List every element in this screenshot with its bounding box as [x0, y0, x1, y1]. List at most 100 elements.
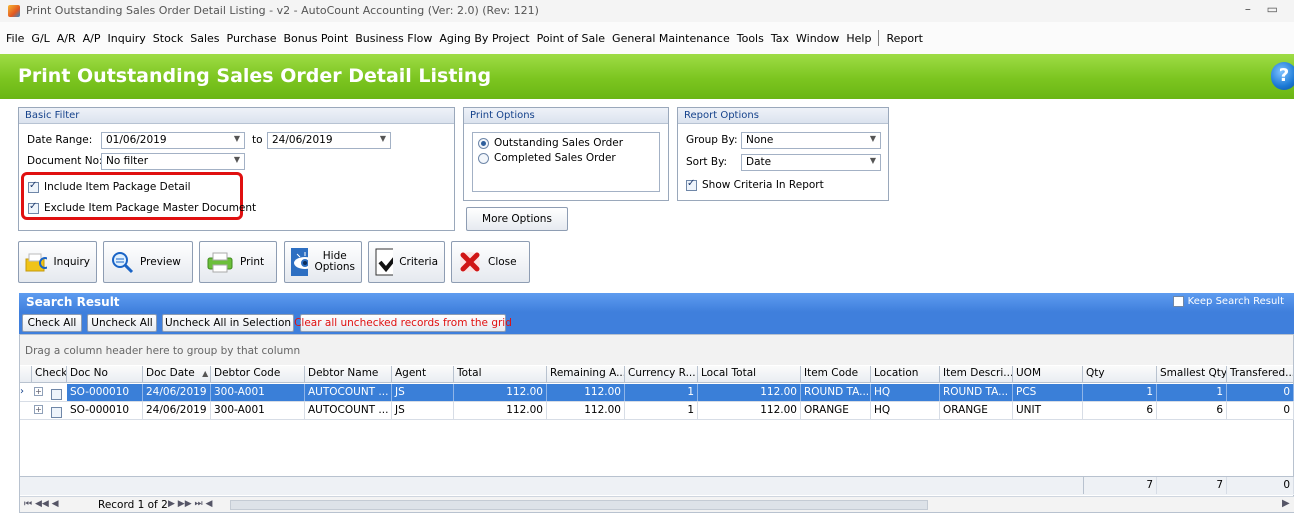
cell-smallest-qty[interactable]: 1	[1157, 384, 1227, 401]
scroll-right-icon[interactable]: ▶	[1282, 498, 1290, 509]
cell-transferred[interactable]: 0	[1227, 384, 1294, 401]
menu-inquiry[interactable]: Inquiry	[108, 32, 146, 45]
cell-transferred[interactable]: 0	[1227, 402, 1294, 419]
clear-unchecked-button[interactable]: Clear all unchecked records from the gri…	[294, 314, 512, 332]
uncheck-selection-button[interactable]: Uncheck All in Selection	[162, 314, 294, 332]
cell-smallest-qty[interactable]: 6	[1157, 402, 1227, 419]
column-header-item-description[interactable]: Item Descri...	[940, 366, 1013, 383]
column-header-transferred[interactable]: Transfered...	[1227, 366, 1294, 383]
menu-tax[interactable]: Tax	[771, 32, 789, 45]
keep-search-checkbox[interactable]	[1172, 296, 1184, 307]
menu-report[interactable]: Report	[886, 32, 922, 45]
cell-doc-date[interactable]: 24/06/2019	[143, 384, 211, 401]
menu-aging-by-project[interactable]: Aging By Project	[439, 32, 529, 45]
cell-local-total[interactable]: 112.00	[698, 402, 801, 419]
column-header-uom[interactable]: UOM	[1013, 366, 1083, 383]
uncheck-all-button[interactable]: Uncheck All	[87, 314, 157, 332]
cell-total[interactable]: 112.00	[454, 402, 547, 419]
menu-sales[interactable]: Sales	[190, 32, 219, 45]
column-header-doc-no[interactable]: Doc No	[67, 366, 143, 383]
cell-debtor-code[interactable]: 300-A001	[211, 402, 305, 419]
menu-bonus-point[interactable]: Bonus Point	[283, 32, 348, 45]
menu-point-of-sale[interactable]: Point of Sale	[537, 32, 605, 45]
menu-purchase[interactable]: Purchase	[227, 32, 277, 45]
column-header-debtor-code[interactable]: Debtor Code	[211, 366, 305, 383]
menu-ap[interactable]: A/P	[83, 32, 101, 45]
cell-currency-rate[interactable]: 1	[625, 384, 698, 401]
cell-doc-no[interactable]: SO-000010	[67, 384, 143, 401]
menu-gl[interactable]: G/L	[31, 32, 49, 45]
nav-first-prev-icon[interactable]: ⏮ ◀◀ ◀	[24, 499, 59, 509]
include-package-checkbox[interactable]	[28, 180, 39, 193]
cell-agent[interactable]: JS	[392, 384, 454, 401]
close-button[interactable]: Close	[451, 241, 530, 283]
show-criteria-checkbox[interactable]	[686, 178, 697, 191]
menu-help[interactable]: Help	[846, 32, 871, 45]
column-header-qty[interactable]: Qty	[1083, 366, 1157, 383]
include-package-row[interactable]: Include Item Package Detail	[28, 180, 191, 193]
menu-file[interactable]: File	[6, 32, 24, 45]
group-by-combo[interactable]: None ▼	[741, 132, 881, 149]
cell-doc-no[interactable]: SO-000010	[67, 402, 143, 419]
cell-debtor-name[interactable]: AUTOCOUNT ...	[305, 402, 392, 419]
column-header-currency-rate[interactable]: Currency R...	[625, 366, 698, 383]
cell-agent[interactable]: JS	[392, 402, 454, 419]
column-header-check[interactable]: Check	[32, 366, 67, 383]
column-header-doc-date[interactable]: Doc Date ▲	[143, 366, 211, 383]
inquiry-button[interactable]: Inquiry	[18, 241, 97, 283]
column-header-item-code[interactable]: Item Code	[801, 366, 871, 383]
cell-qty[interactable]: 6	[1083, 402, 1157, 419]
nav-next-last-icon[interactable]: ▶ ▶▶ ⏭ ◀	[168, 499, 212, 509]
cell-debtor-name[interactable]: AUTOCOUNT ...	[305, 384, 392, 401]
exclude-package-row[interactable]: Exclude Item Package Master Document	[28, 201, 256, 214]
expand-icon[interactable]: +	[34, 387, 43, 396]
menu-stock[interactable]: Stock	[153, 32, 183, 45]
hide-options-button[interactable]: Hide Options	[284, 241, 362, 283]
row-check-checkbox[interactable]	[51, 406, 62, 418]
check-all-button[interactable]: Check All	[22, 314, 82, 332]
cell-item-code[interactable]: ROUND TA...	[801, 384, 871, 401]
cell-remaining[interactable]: 112.00	[547, 402, 625, 419]
print-button[interactable]: Print	[199, 241, 277, 283]
outstanding-option[interactable]: Outstanding Sales Order	[478, 137, 623, 149]
cell-local-total[interactable]: 112.00	[698, 384, 801, 401]
cell-location[interactable]: HQ	[871, 402, 940, 419]
menu-general-maintenance[interactable]: General Maintenance	[612, 32, 730, 45]
cell-doc-date[interactable]: 24/06/2019	[143, 402, 211, 419]
cell-currency-rate[interactable]: 1	[625, 402, 698, 419]
criteria-button[interactable]: Criteria	[368, 241, 445, 283]
column-header-debtor-name[interactable]: Debtor Name	[305, 366, 392, 383]
cell-debtor-code[interactable]: 300-A001	[211, 384, 305, 401]
date-to-picker[interactable]: 24/06/2019 ▼	[267, 132, 391, 149]
outstanding-radio[interactable]	[478, 137, 489, 149]
document-no-combo[interactable]: No filter ▼	[101, 153, 245, 170]
sort-by-combo[interactable]: Date ▼	[741, 154, 881, 171]
cell-item-description[interactable]: ORANGE	[940, 402, 1013, 419]
cell-total[interactable]: 112.00	[454, 384, 547, 401]
horizontal-scrollbar-thumb[interactable]	[230, 500, 928, 510]
cell-item-code[interactable]: ORANGE	[801, 402, 871, 419]
cell-uom[interactable]: UNIT	[1013, 402, 1083, 419]
cell-location[interactable]: HQ	[871, 384, 940, 401]
completed-option[interactable]: Completed Sales Order	[478, 152, 616, 164]
help-icon[interactable]: ?	[1271, 62, 1294, 90]
completed-radio[interactable]	[478, 152, 489, 164]
column-header-total[interactable]: Total	[454, 366, 547, 383]
menu-ar[interactable]: A/R	[57, 32, 76, 45]
cell-uom[interactable]: PCS	[1013, 384, 1083, 401]
column-header-smallest-qty[interactable]: Smallest Qty	[1157, 366, 1227, 383]
show-criteria-row[interactable]: Show Criteria In Report	[686, 178, 824, 191]
column-header-local-total[interactable]: Local Total	[698, 366, 801, 383]
row-check-checkbox[interactable]	[51, 388, 62, 400]
preview-button[interactable]: Preview	[103, 241, 193, 283]
column-header-location[interactable]: Location	[871, 366, 940, 383]
menu-window[interactable]: Window	[796, 32, 839, 45]
window-controls[interactable]: – ▭	[1245, 2, 1284, 16]
column-header-remaining[interactable]: Remaining A...	[547, 366, 625, 383]
cell-remaining[interactable]: 112.00	[547, 384, 625, 401]
exclude-package-checkbox[interactable]	[28, 201, 39, 214]
menu-tools[interactable]: Tools	[737, 32, 764, 45]
keep-search-result[interactable]: Keep Search Result	[1172, 296, 1284, 307]
cell-qty[interactable]: 1	[1083, 384, 1157, 401]
menu-business-flow[interactable]: Business Flow	[355, 32, 432, 45]
